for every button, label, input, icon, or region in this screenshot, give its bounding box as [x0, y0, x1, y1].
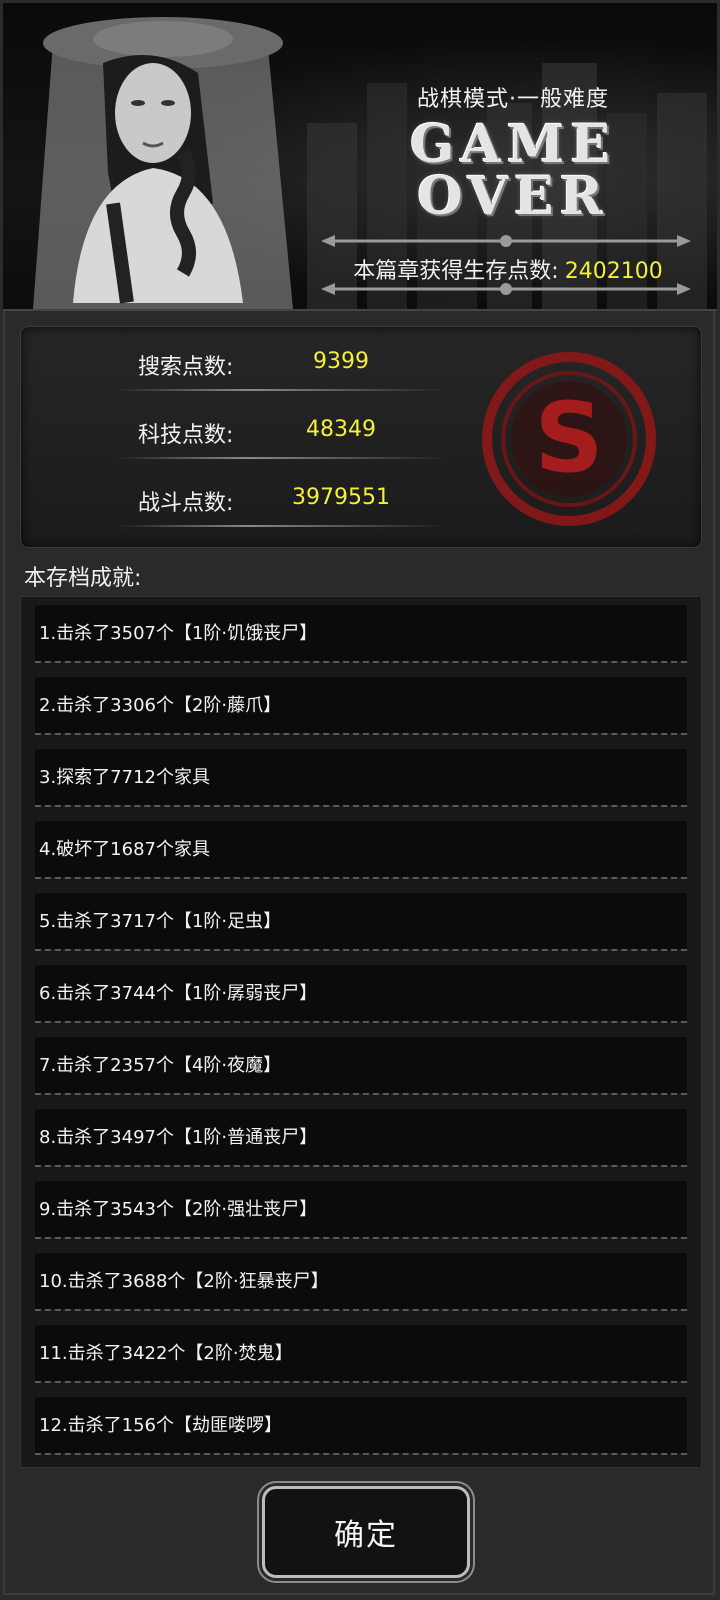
game-over-line2: OVER [417, 166, 609, 227]
stats-panel: 搜索点数: 9399 科技点数: 48349 战斗点数: 3979551 S [20, 326, 702, 548]
dashed-divider [35, 661, 687, 663]
stat-rule [116, 525, 446, 527]
dashed-divider [35, 733, 687, 735]
stat-row-search: 搜索点数: 9399 [116, 349, 446, 399]
dashed-divider [35, 1381, 687, 1383]
list-item: 1.击杀了3507个【1阶·饥饿丧尸】 [35, 605, 687, 663]
ornament-divider-top [321, 235, 691, 247]
achievement-text: 10.击杀了3688个【2阶·狂暴丧尸】 [39, 1271, 329, 1292]
dashed-divider [35, 1165, 687, 1167]
stat-value: 48349 [306, 417, 376, 442]
list-item: 5.击杀了3717个【1阶·足虫】 [35, 893, 687, 951]
list-item: 7.击杀了2357个【4阶·夜魔】 [35, 1037, 687, 1095]
achievement-text: 7.击杀了2357个【4阶·夜魔】 [39, 1055, 282, 1076]
achievement-text: 4.破坏了1687个家具 [39, 839, 210, 860]
dashed-divider [35, 1093, 687, 1095]
list-item: 6.击杀了3744个【1阶·孱弱丧尸】 [35, 965, 687, 1023]
achievement-text: 9.击杀了3543个【2阶·强壮丧尸】 [39, 1199, 318, 1220]
character-portrait [33, 17, 293, 309]
stat-value: 3979551 [292, 485, 390, 510]
list-item: 10.击杀了3688个【2阶·狂暴丧尸】 [35, 1253, 687, 1311]
achievement-text: 11.击杀了3422个【2阶·焚鬼】 [39, 1343, 293, 1364]
achievement-text: 2.击杀了3306个【2阶·藤爪】 [39, 695, 282, 716]
ornament-divider-bottom [321, 283, 691, 295]
stat-value: 9399 [313, 349, 369, 374]
stat-row-combat: 战斗点数: 3979551 [116, 485, 446, 535]
stat-label: 战斗点数: [138, 491, 234, 516]
dashed-divider [35, 1021, 687, 1023]
achievement-text: 5.击杀了3717个【1阶·足虫】 [39, 911, 282, 932]
list-item: 12.击杀了156个【劫匪喽啰】 [35, 1397, 687, 1455]
achievement-text: 6.击杀了3744个【1阶·孱弱丧尸】 [39, 983, 318, 1004]
stat-label: 科技点数: [138, 423, 234, 448]
stat-rule [116, 389, 446, 391]
achievements-title: 本存档成就: [24, 566, 142, 591]
list-item: 9.击杀了3543个【2阶·强壮丧尸】 [35, 1181, 687, 1239]
achievements-list[interactable]: 1.击杀了3507个【1阶·饥饿丧尸】 2.击杀了3306个【2阶·藤爪】 3.… [20, 596, 702, 1468]
game-over-banner: 战棋模式·一般难度 GAME OVER 本篇章获得生存点数: 2402100 [3, 3, 717, 311]
list-item: 8.击杀了3497个【1阶·普通丧尸】 [35, 1109, 687, 1167]
dashed-divider [35, 949, 687, 951]
stat-row-tech: 科技点数: 48349 [116, 417, 446, 467]
game-over-title: GAME OVER [383, 119, 643, 223]
stat-rule [116, 457, 446, 459]
achievement-text: 3.探索了7712个家具 [39, 767, 210, 788]
list-item: 2.击杀了3306个【2阶·藤爪】 [35, 677, 687, 735]
dashed-divider [35, 805, 687, 807]
achievement-text: 8.击杀了3497个【1阶·普通丧尸】 [39, 1127, 318, 1148]
stat-label: 搜索点数: [138, 355, 234, 380]
game-over-line1: GAME [410, 114, 616, 175]
dashed-divider [35, 877, 687, 879]
mode-difficulty-text: 战棋模式·一般难度 [417, 87, 609, 112]
list-item: 11.击杀了3422个【2阶·焚鬼】 [35, 1325, 687, 1383]
dashed-divider [35, 1237, 687, 1239]
confirm-button[interactable]: 确定 [262, 1486, 470, 1578]
list-item: 3.探索了7712个家具 [35, 749, 687, 807]
list-item: 4.破坏了1687个家具 [35, 821, 687, 879]
rank-seal-icon: S [482, 352, 656, 526]
rank-seal-letter: S [534, 382, 603, 494]
dashed-divider [35, 1453, 687, 1455]
dashed-divider [35, 1309, 687, 1311]
achievement-text: 1.击杀了3507个【1阶·饥饿丧尸】 [39, 623, 318, 644]
achievement-text: 12.击杀了156个【劫匪喽啰】 [39, 1415, 282, 1436]
